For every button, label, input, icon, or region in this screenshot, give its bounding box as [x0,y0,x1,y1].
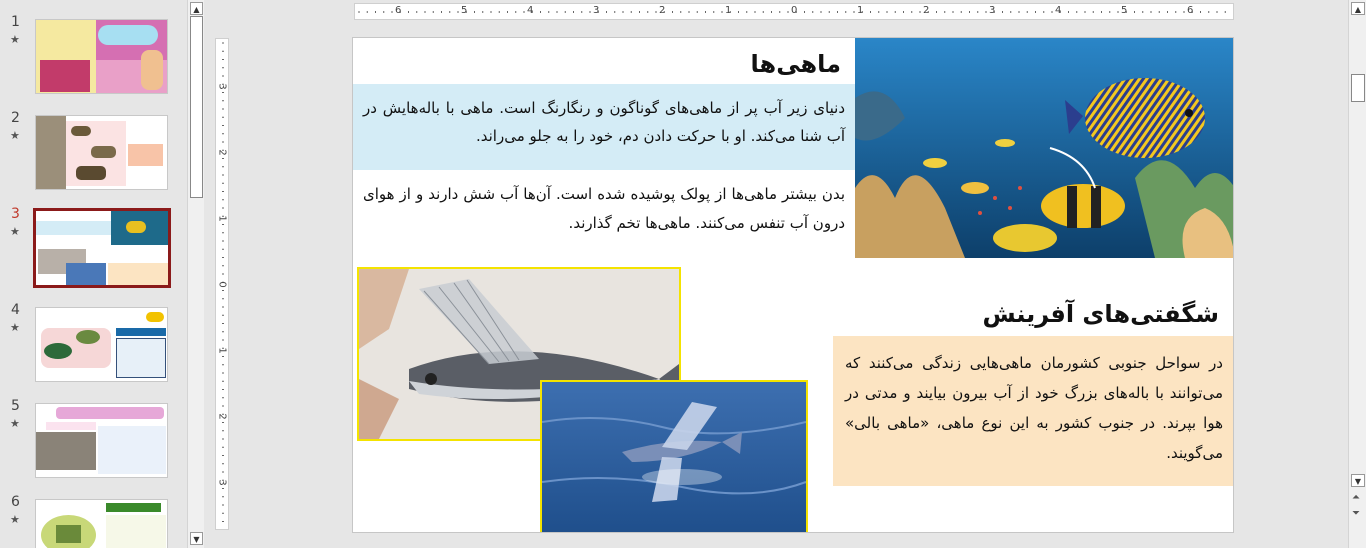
ruler-label: 1 [725,5,732,16]
ruler-label: 5 [461,5,468,16]
horizontal-ruler[interactable]: 6 5 4 3 2 1 0 1 2 3 4 5 6 [354,3,1234,20]
ruler-label: 4 [1055,5,1062,16]
slide-number: 5 [11,398,20,414]
scrollbar-thumb[interactable] [190,16,203,198]
thumbnails-scrollbar[interactable]: ▲ ▼ [187,0,204,548]
ruler-label: 2 [659,5,666,16]
previous-slide-icon[interactable]: ⏶ [1352,492,1360,503]
ruler-label: 5 [1121,5,1128,16]
scroll-down-arrow-icon[interactable]: ▼ [1351,474,1365,487]
scroll-down-arrow-icon[interactable]: ▼ [190,532,203,545]
animation-star-icon: ★ [10,417,20,430]
thumbnail-preview[interactable] [35,115,168,190]
animation-star-icon: ★ [10,33,20,46]
thumbnail-preview-active[interactable] [33,208,171,288]
flying-fish-sea-photo[interactable] [540,380,808,532]
next-slide-icon[interactable]: ⏷ [1352,508,1360,519]
ruler-label: 0 [791,5,798,16]
slide-number: 6 [11,494,20,510]
thumbnail-preview[interactable] [35,499,168,548]
fish-title[interactable]: ماهی‌ها [751,50,841,78]
flying-fish-sea-illustration [542,382,806,532]
powerpoint-window: 1 ★ 2 ★ 3 ★ 4 ★ 5 ★ 6 ★ ▲ ▼ 6 5 4 3 2 1 … [0,0,1366,548]
editor-scrollbar[interactable]: ▲ ▼ ⏶ ⏷ [1348,0,1366,548]
thumbnail-preview[interactable] [35,403,168,478]
ruler-label: 3 [593,5,600,16]
ruler-label: 0 [216,281,228,288]
ruler-label: 2 [216,149,228,156]
scroll-up-arrow-icon[interactable]: ▲ [190,2,203,15]
reef-illustration [855,38,1233,258]
flying-fish-text: در سواحل جنوبی کشورمان ماهی‌هایی زندگی م… [845,354,1223,462]
animation-star-icon: ★ [10,129,20,142]
ruler-label: 3 [216,479,228,486]
ruler-label: 2 [923,5,930,16]
scroll-up-arrow-icon[interactable]: ▲ [1351,2,1365,15]
wonders-title[interactable]: شگفتی‌های آفرینش [982,300,1219,328]
slide-editor: 6 5 4 3 2 1 0 1 2 3 4 5 6 3 2 1 0 1 2 3 [206,0,1348,548]
slide-number: 2 [11,110,20,126]
thumbnail-preview[interactable] [35,307,168,382]
fish-body-text: بدن بیشتر ماهی‌ها از پولک پوشیده شده است… [363,185,845,232]
vertical-ruler[interactable]: 3 2 1 0 1 2 3 [215,38,229,530]
scrollbar-thumb[interactable] [1351,74,1365,102]
ruler-label: 1 [216,347,228,354]
ruler-label: 1 [857,5,864,16]
fish-intro-textbox[interactable]: دنیای زیر آب پر از ماهی‌های گوناگون و رن… [353,84,855,170]
slide-number: 3 [11,206,20,222]
animation-star-icon: ★ [10,321,20,334]
animation-star-icon: ★ [10,513,20,526]
fish-body-textbox[interactable]: بدن بیشتر ماهی‌ها از پولک پوشیده شده است… [353,180,855,238]
coral-reef-fish-photo[interactable] [855,38,1233,258]
slide-canvas[interactable]: ماهی‌ها دنیای زیر آب پر از ماهی‌های گونا… [352,37,1234,533]
fish-intro-text: دنیای زیر آب پر از ماهی‌های گوناگون و رن… [363,99,845,145]
flying-fish-textbox[interactable]: در سواحل جنوبی کشورمان ماهی‌هایی زندگی م… [833,336,1233,486]
thumbnail-preview[interactable] [35,19,168,94]
slide-number: 4 [11,302,20,318]
ruler-label: 2 [216,413,228,420]
ruler-label: 6 [395,5,402,16]
ruler-label: 1 [216,215,228,222]
slide-thumbnails-pane: 1 ★ 2 ★ 3 ★ 4 ★ 5 ★ 6 ★ [0,0,205,548]
animation-star-icon: ★ [10,225,20,238]
slide-number: 1 [11,14,20,30]
ruler-label: 3 [989,5,996,16]
ruler-label: 4 [527,5,534,16]
ruler-label: 6 [1187,5,1194,16]
ruler-label: 3 [216,83,228,90]
